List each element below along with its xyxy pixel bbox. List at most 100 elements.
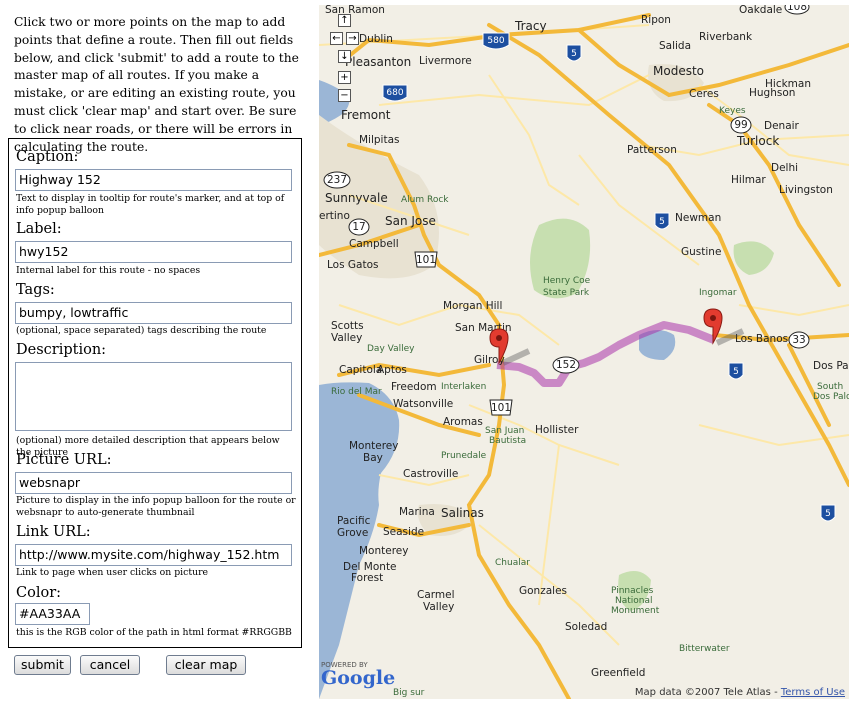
link-url-input[interactable]: http://www.mysite.com/highway_152.htm [15,544,292,566]
svg-text:Turlock: Turlock [736,134,779,148]
svg-text:Marina: Marina [399,506,435,518]
svg-text:99: 99 [734,119,747,131]
shield-i5-c: 5 [728,362,744,380]
svg-text:Gonzales: Gonzales [519,585,567,597]
svg-text:Riverbank: Riverbank [699,31,753,43]
shield-i680: 680 [382,84,408,102]
svg-text:Ingomar: Ingomar [699,288,737,298]
shield-r99: 99 [730,116,752,134]
svg-text:Ripon: Ripon [641,14,671,26]
svg-text:152: 152 [556,359,576,371]
svg-text:Watsonville: Watsonville [393,398,453,410]
copyright-text: Map data ©2007 Tele Atlas - [634,687,781,698]
map-copyright: Map data ©2007 Tele Atlas - Terms of Use [635,687,845,698]
zoom-in-button[interactable]: + [338,71,351,84]
picture-url-input[interactable]: websnapr [15,472,292,494]
svg-text:Soledad: Soledad [565,621,607,633]
svg-text:Gustine: Gustine [681,246,721,258]
submit-button[interactable]: submit [14,655,71,675]
pan-up-button[interactable]: ↑ [338,14,351,27]
svg-text:Dos Pal: Dos Pal [813,360,849,372]
svg-text:Chualar: Chualar [495,558,530,568]
svg-text:Patterson: Patterson [627,144,677,156]
label-hint: Internal label for this route - no space… [16,265,201,276]
svg-text:5: 5 [571,49,577,59]
pan-down-button[interactable]: ↓ [338,50,351,63]
svg-text:Day Valley: Day Valley [367,344,415,354]
svg-text:Pacific: Pacific [337,515,371,527]
svg-text:237: 237 [327,174,347,186]
svg-text:Forest: Forest [351,572,383,584]
svg-text:Los Gatos: Los Gatos [327,259,378,271]
svg-text:Grove: Grove [337,527,368,539]
svg-text:Seaside: Seaside [383,526,424,538]
svg-text:680: 680 [386,88,403,98]
label-input[interactable]: hwy152 [15,241,292,263]
caption-input[interactable]: Highway 152 [15,169,292,191]
monterey-bay-water [319,382,400,699]
shield-r152: 152 [552,356,580,374]
shield-i5-b: 5 [654,212,670,230]
shield-i580: 580 [482,32,510,50]
tags-label: Tags: [16,282,55,298]
svg-text:Keyes: Keyes [719,106,746,116]
shield-r17: 17 [348,218,370,236]
link-url-hint: Link to page when user clicks on picture [16,567,209,578]
cancel-button[interactable]: cancel [80,655,140,675]
svg-text:Pinnacles: Pinnacles [611,586,654,596]
svg-text:Aptos: Aptos [377,364,407,376]
svg-text:Livermore: Livermore [419,55,472,67]
svg-text:Rio del Mar: Rio del Mar [331,387,382,397]
shield-r108: 108 [784,5,810,15]
color-input[interactable]: #AA33AA [15,603,90,625]
instructions-text: Click two or more points on the map to a… [14,15,299,154]
svg-text:Monterey: Monterey [359,545,408,557]
svg-text:5: 5 [659,217,665,227]
svg-text:101: 101 [491,402,511,414]
svg-text:Morgan Hill: Morgan Hill [443,300,502,312]
route-form: Caption: Highway 152 Text to display in … [8,138,302,648]
pan-left-button[interactable]: ← [330,32,343,45]
svg-text:San Jose: San Jose [385,214,436,228]
place-labels: San Ramon Dublin Tracy Ripon Oakdale Sal… [319,5,849,698]
map-canvas[interactable]: 580 680 5 5 5 5 101 101 237 17 152 33 99… [319,5,849,699]
map-view[interactable]: 580 680 5 5 5 5 101 101 237 17 152 33 99… [319,5,849,699]
svg-text:5: 5 [825,509,831,519]
svg-text:Bay: Bay [363,452,383,464]
svg-text:Bitterwater: Bitterwater [679,644,730,654]
svg-text:Pleasanton: Pleasanton [345,55,411,69]
svg-text:Valley: Valley [423,601,454,613]
label-label: Label: [16,221,62,237]
svg-text:Salinas: Salinas [441,506,484,520]
svg-text:State Park: State Park [543,288,590,298]
description-label: Description: [16,342,107,358]
svg-text:Campbell: Campbell [349,238,399,250]
svg-text:Monument: Monument [611,606,660,616]
svg-text:Hollister: Hollister [535,424,579,436]
svg-text:Dos Palo: Dos Palo [813,392,849,402]
wildlife-area [733,241,774,275]
picture-url-hint: Picture to display in the info popup bal… [16,495,296,518]
pan-right-button[interactable]: → [346,32,359,45]
svg-text:Fremont: Fremont [341,108,391,122]
svg-text:Newman: Newman [675,212,721,224]
svg-text:Valley: Valley [331,332,362,344]
shield-i5-d: 5 [820,504,836,522]
svg-text:Oakdale: Oakdale [739,5,782,16]
shield-us101-a: 101 [414,251,438,268]
clear-map-button[interactable]: clear map [166,655,246,675]
zoom-out-button[interactable]: − [338,89,351,102]
shield-us101-b: 101 [489,399,513,416]
terms-of-use-link[interactable]: Terms of Use [781,687,845,698]
google-logo[interactable]: Google [321,667,395,689]
highways [319,13,849,699]
tags-input[interactable]: bumpy, lowtraffic [15,302,292,324]
svg-text:San Ramon: San Ramon [325,5,385,16]
description-textarea[interactable] [15,362,292,431]
svg-text:San Juan: San Juan [485,426,524,436]
tags-hint: (optional, space separated) tags describ… [16,325,267,336]
svg-text:33: 33 [792,334,805,346]
svg-text:Scotts: Scotts [331,320,364,332]
svg-text:ertino: ertino [319,210,350,222]
picture-url-label: Picture URL: [16,452,112,468]
